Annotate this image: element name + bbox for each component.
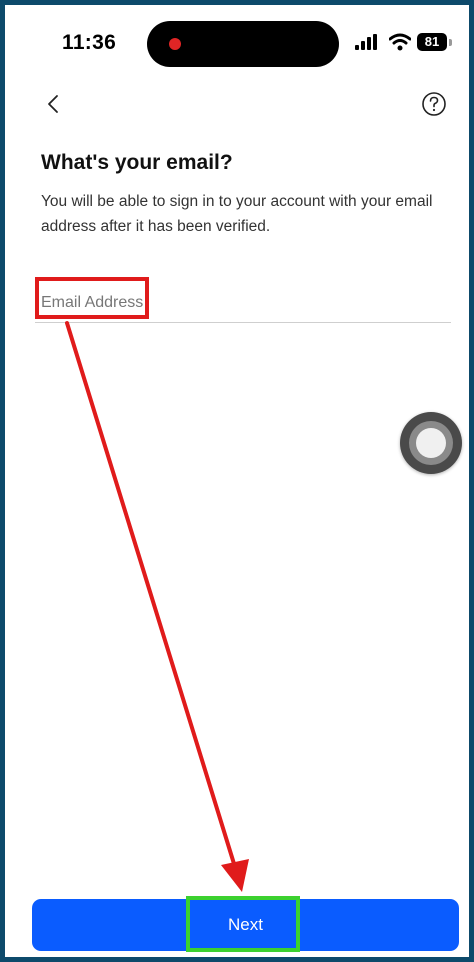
page-subtitle: You will be able to sign in to your acco… xyxy=(41,193,433,235)
wifi-icon xyxy=(389,33,411,51)
page-title: What's your email? xyxy=(41,151,233,174)
dynamic-island xyxy=(147,21,339,67)
phone-screen: 11:36 81 What's your email? You will be … xyxy=(5,5,469,957)
email-field[interactable] xyxy=(35,283,451,323)
cellular-signal-icon xyxy=(355,34,377,50)
assistive-touch-ring xyxy=(409,421,453,465)
status-time: 11:36 xyxy=(62,31,117,54)
assistive-touch-center xyxy=(416,428,446,458)
question-circle-icon[interactable] xyxy=(421,91,447,117)
status-icons: 81 xyxy=(355,33,455,53)
chevron-left-icon[interactable] xyxy=(41,91,67,117)
recording-indicator-icon xyxy=(169,38,181,50)
annotation-arrow xyxy=(65,321,249,892)
next-button[interactable]: Next xyxy=(32,899,459,951)
battery-tip xyxy=(449,39,452,46)
assistive-touch-button[interactable] xyxy=(400,412,462,474)
battery-icon: 81 xyxy=(417,33,447,51)
